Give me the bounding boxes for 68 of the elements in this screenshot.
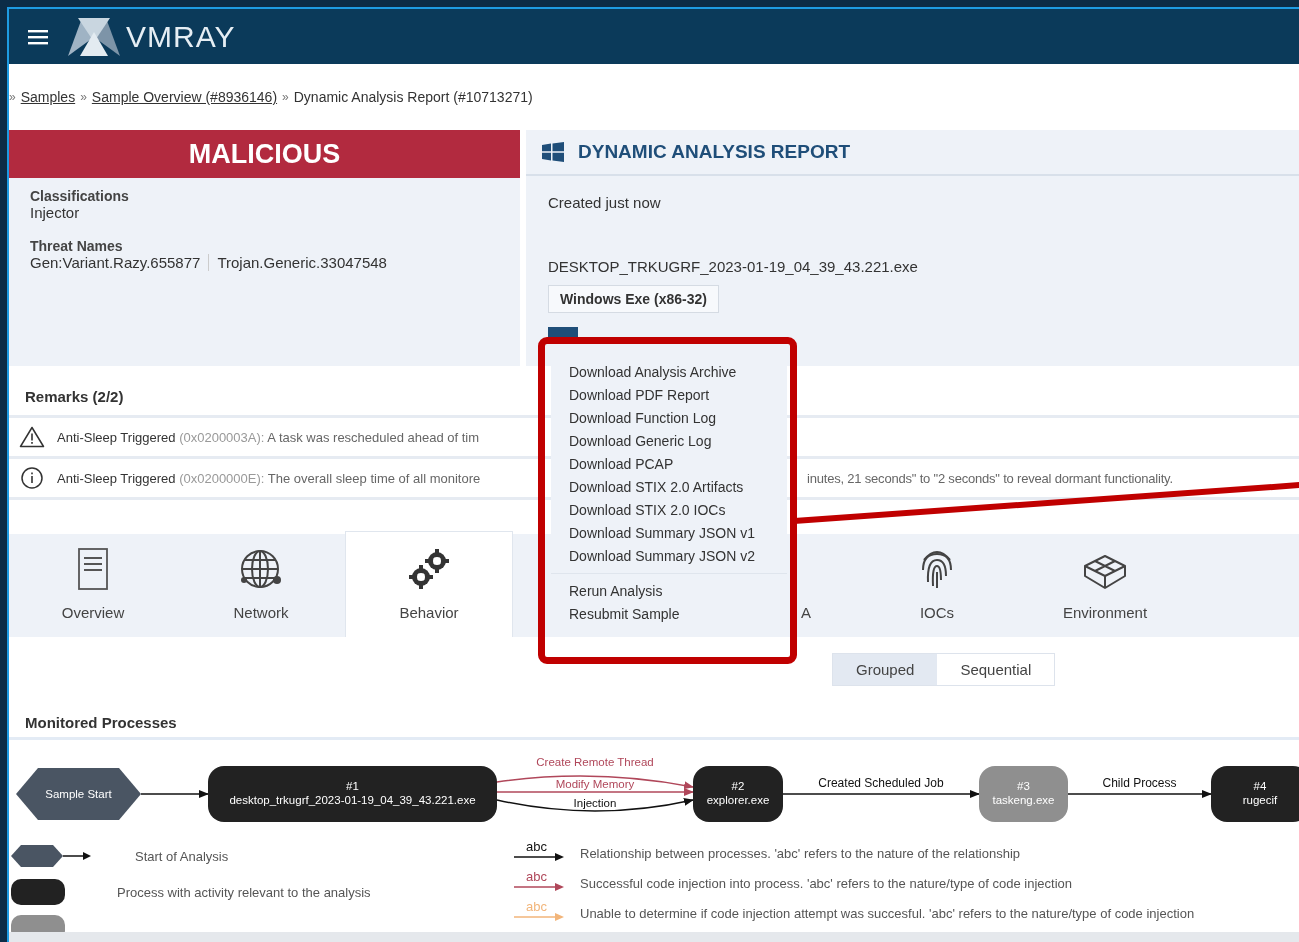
menu-icon[interactable] <box>28 28 48 45</box>
edge-label: Created Scheduled Job <box>818 776 944 790</box>
edge-label: Child Process <box>1102 776 1177 790</box>
logo-icon <box>68 17 120 56</box>
start-node: Sample Start <box>16 768 141 820</box>
warning-icon <box>19 426 45 448</box>
field-label: Classifications <box>30 188 130 204</box>
process-node: #2 explorer.exe <box>693 766 783 822</box>
threat-name: Trojan.Generic.33047548 <box>208 254 387 271</box>
verdict-banner: MALICIOUS <box>9 130 520 178</box>
legend-arrow <box>512 883 564 891</box>
info-icon <box>19 467 45 489</box>
menu-item[interactable]: Download PDF Report <box>551 383 787 406</box>
tab[interactable]: Overview <box>9 534 177 637</box>
report-title: DYNAMIC ANALYSIS REPORT <box>578 141 850 163</box>
process-node: #1 desktop_trkugrf_2023-01-19_04_39_43.221.exe <box>208 766 497 822</box>
file-name: DESKTOP_TRKUGRF_2023-01-19_04_39_43.221.exe <box>548 258 919 275</box>
threat-name: Gen:Variant.Razy.655877 <box>30 254 201 271</box>
created-text: Created just now <box>548 194 662 211</box>
legend-sample-label: abc <box>526 839 547 854</box>
menu-item[interactable]: Download Summary JSON v2 <box>551 544 787 567</box>
legend-arrow <box>512 853 564 861</box>
legend-arrow <box>512 913 564 921</box>
breadcrumb-link[interactable]: Sample Overview (#8936146) <box>91 89 278 105</box>
document-icon <box>78 548 108 590</box>
edge-label: Injection <box>573 797 617 809</box>
section-title: Monitored Processes <box>9 708 1299 740</box>
remark-text: Anti-Sleep Triggered (0x0200000E): The overall sleep time of all monitore <box>57 470 482 486</box>
legend-sample-label: abc <box>526 869 547 884</box>
breadcrumb-separator: » <box>80 90 87 104</box>
legend-text: Successful code injection into process. 'abc' refers to the nature/type of code injection <box>580 875 1073 891</box>
menu-item[interactable]: Rerun Analysis <box>551 579 787 602</box>
legend-node-symbol <box>11 879 65 905</box>
breadcrumb-link[interactable]: Samples <box>20 89 76 105</box>
legend-text: Process with activity relevant to the analysis <box>117 884 371 900</box>
breadcrumb-separator: » <box>282 90 289 104</box>
cube-icon <box>1083 554 1127 590</box>
edge-label: Create Remote Thread <box>536 756 654 768</box>
menu-item[interactable]: Resubmit Sample <box>551 602 787 625</box>
menu-item[interactable]: Download Summary JSON v1 <box>551 521 787 544</box>
legend-sample-label: abc <box>526 899 547 914</box>
tab[interactable]: IOCs <box>853 534 1021 637</box>
windows-icon <box>542 142 564 162</box>
field-label: Threat Names <box>30 238 124 254</box>
globe-icon <box>239 548 283 590</box>
process-node: #3 taskeng.exe <box>979 766 1068 822</box>
graph-arrow <box>140 790 209 798</box>
view-toggle-button[interactable]: Grouped <box>833 654 938 685</box>
file-type-tag: Windows Exe (x86-32) <box>548 285 719 313</box>
menu-item[interactable]: Download STIX 2.0 IOCs <box>551 498 787 521</box>
breadcrumb-current: Dynamic Analysis Report (#10713271) <box>293 89 533 105</box>
process-node: #4 rugecif <box>1211 766 1299 822</box>
legend-text: Relationship between processes. 'abc' refers to the nature of the relationship <box>580 845 1020 861</box>
remark-text: Anti-Sleep Triggered (0x0200003A): A task was rescheduled ahead of tim <box>57 429 481 445</box>
menu-item[interactable]: Download STIX 2.0 Artifacts <box>551 475 787 498</box>
tab[interactable]: Network <box>177 534 345 637</box>
legend-text: Start of Analysis <box>135 848 229 864</box>
logo-text: VMRAY <box>126 19 236 54</box>
tab[interactable]: Behavior <box>345 531 513 637</box>
remark-text: inutes, 21 seconds" to "2 seconds" to reveal dormant functionality. <box>807 470 1173 486</box>
tab[interactable]: Environment <box>1021 534 1189 637</box>
breadcrumb-separator: » <box>9 90 16 104</box>
menu-item[interactable]: Download Generic Log <box>551 429 787 452</box>
gears-icon <box>408 548 450 590</box>
edge-label: Modify Memory <box>555 778 635 790</box>
menu-item[interactable]: Download PCAP <box>551 452 787 475</box>
field-value: Injector <box>30 204 81 221</box>
legend-text: Unable to determine if code injection attempt was succesful. 'abc' refers to the nature/type of code injection <box>580 905 1195 921</box>
